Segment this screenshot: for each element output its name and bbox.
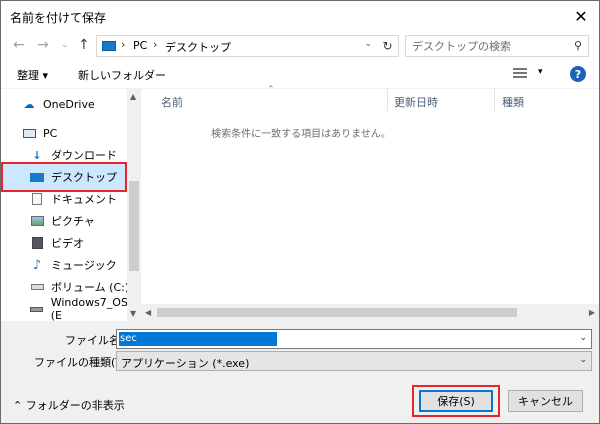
nav-item-downloads[interactable]: ↓ ダウンロード xyxy=(29,144,117,166)
sort-ascending-icon: ⌃ xyxy=(267,85,275,95)
video-icon xyxy=(29,236,45,250)
toolbar: 整理 ▾ 新しいフォルダー ▾ ? xyxy=(1,61,599,89)
nav-item-label: ピクチャ xyxy=(51,215,95,228)
hide-folders-toggle[interactable]: ⌃ フォルダーの非表示 xyxy=(13,397,125,413)
desktop-icon xyxy=(29,170,45,184)
nav-item-volume-c[interactable]: ボリューム (C:) xyxy=(29,276,129,298)
nav-item-label: ビデオ xyxy=(51,237,84,250)
new-folder-button[interactable]: 新しいフォルダー xyxy=(78,67,166,83)
scroll-down-icon[interactable]: ▼ xyxy=(130,309,136,318)
nav-item-pictures[interactable]: ピクチャ xyxy=(29,210,95,232)
nav-scrollbar[interactable]: ▲ ▼ xyxy=(127,89,141,321)
chevron-right-icon: › xyxy=(153,38,158,51)
chevron-down-icon[interactable]: ⌄ xyxy=(579,355,587,365)
view-options-icon[interactable] xyxy=(513,68,527,80)
dialog-title: 名前を付けて保存 xyxy=(10,11,107,25)
save-as-dialog: 名前を付けて保存 ✕ ← → ⌄ ↑ › PC › デスクトップ ⌄ ↻ ⚲ 整… xyxy=(0,0,600,424)
nav-item-onedrive[interactable]: ☁ OneDrive xyxy=(21,93,95,115)
close-icon: ✕ xyxy=(574,6,588,26)
nav-item-label: PC xyxy=(43,126,58,140)
filename-field[interactable]: sec ⌄ xyxy=(116,329,592,349)
title-bar: 名前を付けて保存 ✕ xyxy=(1,1,599,31)
nav-item-music[interactable]: ♪ ミュージック xyxy=(29,254,117,276)
back-arrow-icon[interactable]: ← xyxy=(13,37,25,53)
close-button[interactable]: ✕ xyxy=(563,1,599,31)
filetype-value: アプリケーション (*.exe) xyxy=(121,357,250,370)
search-input[interactable] xyxy=(412,38,562,54)
nav-item-label: OneDrive xyxy=(43,97,95,111)
address-bar[interactable]: › PC › デスクトップ ⌄ xyxy=(96,35,399,57)
search-icon[interactable]: ⚲ xyxy=(574,39,582,52)
breadcrumb-desktop[interactable]: デスクトップ xyxy=(165,39,231,55)
pc-icon xyxy=(21,126,37,140)
pc-icon xyxy=(102,41,116,51)
nav-item-windows7-os[interactable]: Windows7_OS (E xyxy=(29,296,141,322)
column-divider[interactable] xyxy=(494,89,495,111)
chevron-down-icon[interactable]: ⌄ xyxy=(579,333,587,343)
navigation-pane: ☁ OneDrive PC ↓ ダウンロード デスクトップ ドキュメント ピクチ… xyxy=(1,89,141,322)
chevron-right-icon: › xyxy=(121,38,126,51)
chevron-down-icon[interactable]: ⌄ xyxy=(364,39,372,49)
download-icon: ↓ xyxy=(32,148,42,162)
nav-item-label: ミュージック xyxy=(51,259,117,272)
nav-item-label: ドキュメント xyxy=(51,193,117,206)
column-header-name[interactable]: 名前 xyxy=(161,94,183,114)
nav-item-label: デスクトップ xyxy=(51,171,117,184)
horizontal-scroll-thumb[interactable] xyxy=(157,308,517,317)
refresh-button[interactable]: ↻ xyxy=(377,35,399,57)
nav-item-label: ボリューム (C:) xyxy=(51,281,130,294)
onedrive-icon: ☁ xyxy=(23,97,35,111)
horizontal-scrollbar[interactable]: ◀ ▶ xyxy=(141,304,599,321)
save-button[interactable]: 保存(S) xyxy=(419,390,493,412)
empty-message: 検索条件に一致する項目はありません。 xyxy=(211,129,391,140)
address-row: ← → ⌄ ↑ › PC › デスクトップ ⌄ ↻ ⚲ xyxy=(1,31,599,61)
hide-folders-label: フォルダーの非表示 xyxy=(25,399,125,412)
breadcrumb-pc[interactable]: PC xyxy=(133,39,147,52)
nav-item-label: ダウンロード xyxy=(51,149,117,162)
up-arrow-icon[interactable]: ↑ xyxy=(78,37,90,53)
forward-arrow-icon[interactable]: → xyxy=(37,37,49,53)
help-icon[interactable]: ? xyxy=(570,66,586,82)
recent-dropdown-icon[interactable]: ⌄ xyxy=(61,40,69,50)
scroll-up-icon[interactable]: ▲ xyxy=(130,92,136,101)
nav-scroll-thumb[interactable] xyxy=(129,181,139,271)
organize-button[interactable]: 整理 ▾ xyxy=(17,67,48,83)
chevron-down-icon[interactable]: ▾ xyxy=(538,67,543,77)
refresh-icon: ↻ xyxy=(382,39,393,53)
chevron-up-icon: ⌃ xyxy=(13,399,23,412)
nav-item-documents[interactable]: ドキュメント xyxy=(29,188,117,210)
cancel-button[interactable]: キャンセル xyxy=(508,390,583,412)
drive-icon xyxy=(29,280,45,294)
document-icon xyxy=(29,192,45,206)
scroll-left-icon[interactable]: ◀ xyxy=(145,308,151,317)
file-list-pane: ⌃ 名前 更新日時 種類 検索条件に一致する項目はありません。 xyxy=(141,85,599,321)
column-divider[interactable] xyxy=(387,89,388,111)
filetype-select[interactable]: アプリケーション (*.exe) ⌄ xyxy=(116,351,592,371)
music-icon: ♪ xyxy=(32,257,42,273)
search-box[interactable]: ⚲ xyxy=(405,35,589,57)
column-header-type[interactable]: 種類 xyxy=(502,94,524,114)
scroll-right-icon[interactable]: ▶ xyxy=(589,308,595,317)
picture-icon xyxy=(29,214,45,228)
nav-item-videos[interactable]: ビデオ xyxy=(29,232,84,254)
nav-item-pc[interactable]: PC xyxy=(21,122,57,144)
nav-item-desktop[interactable]: デスクトップ xyxy=(29,166,117,188)
column-header-modified[interactable]: 更新日時 xyxy=(394,94,438,114)
filename-selected-text[interactable]: sec xyxy=(119,332,277,346)
drive-icon xyxy=(29,302,45,316)
